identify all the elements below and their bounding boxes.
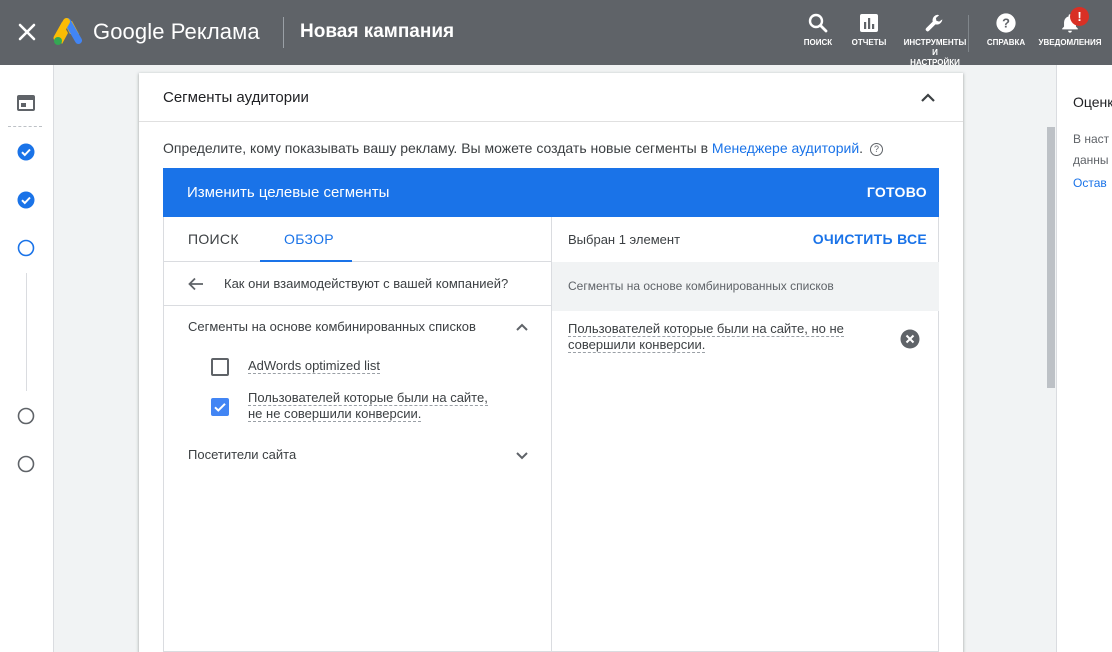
chevron-up-icon[interactable] bbox=[917, 87, 939, 109]
scrollbar-thumb[interactable] bbox=[1047, 127, 1055, 388]
option-label: Пользователей которые были на сайте, не … bbox=[248, 390, 488, 422]
search-icon bbox=[808, 13, 828, 33]
browse-breadcrumb: Как они взаимодействуют с вашей компание… bbox=[164, 262, 551, 306]
checkbox-adwords-optimized[interactable] bbox=[211, 358, 229, 376]
card-header[interactable]: Сегменты аудитории bbox=[139, 73, 963, 122]
svg-text:?: ? bbox=[1002, 16, 1010, 31]
header-divider bbox=[283, 17, 284, 48]
editor-tabs: ПОИСК ОБЗОР bbox=[164, 217, 551, 262]
browse-pane: ПОИСК ОБЗОР Как они взаимодействуют с ва… bbox=[164, 217, 552, 652]
reports-tool-label: ОТЧЕТЫ bbox=[851, 38, 887, 47]
tab-search[interactable]: ПОИСК bbox=[188, 231, 239, 247]
estimate-text: В наст данны bbox=[1073, 132, 1110, 167]
audience-manager-link[interactable]: Менеджере аудиторий bbox=[712, 140, 859, 156]
campaign-steps-rail bbox=[0, 65, 54, 652]
option-label: AdWords optimized list bbox=[248, 358, 380, 374]
group-combined-lists[interactable]: Сегменты на основе комбинированных списк… bbox=[188, 319, 476, 334]
estimate-link[interactable]: Остав bbox=[1073, 176, 1107, 190]
card-title: Сегменты аудитории bbox=[163, 89, 309, 106]
chevron-up-icon[interactable] bbox=[512, 317, 532, 337]
arrow-back-icon[interactable] bbox=[186, 274, 206, 294]
help-circle-icon[interactable]: ? bbox=[870, 143, 884, 156]
selected-group-label: Сегменты на основе комбинированных списк… bbox=[568, 279, 834, 293]
check-icon bbox=[214, 403, 226, 412]
rail-divider bbox=[8, 126, 42, 127]
tools-settings-button[interactable]: ИНСТРУМЕНТЫ И НАСТРОЙКИ bbox=[902, 12, 968, 68]
description-end: . bbox=[859, 140, 864, 156]
help-tool-label: СПРАВКА bbox=[986, 38, 1026, 47]
brand-name: Google Реклама bbox=[93, 19, 260, 44]
step-complete-icon[interactable] bbox=[17, 143, 35, 161]
tools-settings-label: ИНСТРУМЕНТЫ И НАСТРОЙКИ bbox=[903, 38, 967, 67]
clear-all-button[interactable]: ОЧИСТИТЬ ВСЕ bbox=[813, 231, 927, 247]
wrench-icon bbox=[925, 14, 943, 32]
selected-segment: Пользователей которые были на сайте, но … bbox=[568, 321, 844, 353]
audience-segments-card: Сегменты аудитории Определите, кому пока… bbox=[139, 73, 963, 652]
close-icon[interactable] bbox=[14, 19, 40, 45]
segment-editor: ПОИСК ОБЗОР Как они взаимодействуют с ва… bbox=[163, 217, 939, 652]
estimate-title: Оценка bbox=[1073, 94, 1112, 110]
done-button[interactable]: ГОТОВО bbox=[867, 184, 927, 200]
campaign-overview-icon[interactable] bbox=[17, 94, 35, 112]
search-tool-label: ПОИСК bbox=[803, 38, 833, 47]
search-tool-button[interactable]: ПОИСК bbox=[802, 12, 834, 48]
campaign-title: Новая кампания bbox=[300, 21, 455, 42]
checkbox-site-visitors-no-conversions[interactable] bbox=[211, 398, 229, 416]
notification-badge: ! bbox=[1070, 7, 1089, 26]
notifications-tool-label: УВЕДОМЛЕНИЯ bbox=[1038, 38, 1102, 47]
card-description: Определите, кому показывать вашу рекламу… bbox=[163, 140, 884, 156]
google-ads-logo-icon bbox=[53, 18, 82, 45]
edit-segments-bar: Изменить целевые сегменты ГОТОВО bbox=[163, 168, 939, 217]
group-site-visitors[interactable]: Посетители сайта bbox=[188, 447, 296, 462]
step-current-icon[interactable] bbox=[17, 239, 35, 257]
help-tool-button[interactable]: ? СПРАВКА bbox=[984, 12, 1028, 48]
remove-circle-icon[interactable] bbox=[900, 329, 920, 349]
top-app-bar: Google Реклама Новая кампания ПОИСК ОТЧЕ… bbox=[0, 0, 1112, 68]
step-pending-icon[interactable] bbox=[17, 407, 35, 425]
step-complete-icon[interactable] bbox=[17, 191, 35, 209]
description-text: Определите, кому показывать вашу рекламу… bbox=[163, 140, 712, 156]
edit-segments-title: Изменить целевые сегменты bbox=[187, 184, 390, 201]
reports-icon bbox=[860, 14, 878, 32]
selected-count: Выбран 1 элемент bbox=[568, 232, 681, 247]
help-icon: ? bbox=[996, 13, 1016, 33]
rail-connector bbox=[26, 273, 27, 391]
selected-group-header: Сегменты на основе комбинированных списк… bbox=[552, 262, 939, 311]
step-pending-icon[interactable] bbox=[17, 455, 35, 473]
tools-divider bbox=[968, 15, 969, 52]
browse-question: Как они взаимодействуют с вашей компание… bbox=[224, 276, 509, 291]
chevron-down-icon[interactable] bbox=[512, 445, 532, 465]
tab-browse[interactable]: ОБЗОР bbox=[284, 231, 334, 247]
selected-header: Выбран 1 элемент ОЧИСТИТЬ ВСЕ bbox=[552, 217, 939, 262]
reports-tool-button[interactable]: ОТЧЕТЫ bbox=[850, 12, 888, 48]
selected-pane: Выбран 1 элемент ОЧИСТИТЬ ВСЕ Сегменты н… bbox=[552, 217, 939, 652]
estimate-panel: Оценка В наст данны Остав bbox=[1056, 65, 1112, 652]
